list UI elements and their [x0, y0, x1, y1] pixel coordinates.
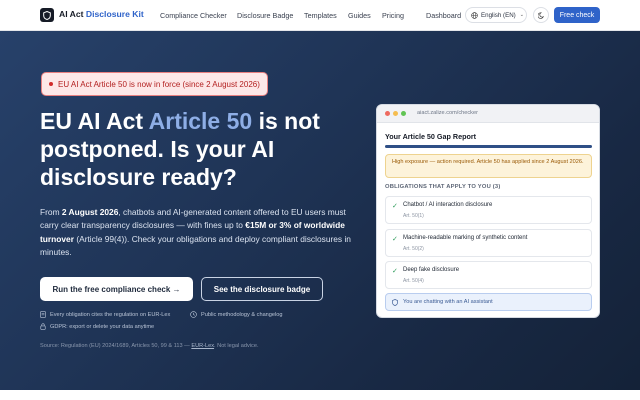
chat-notice-text: You are chatting with an AI assistant [403, 299, 493, 305]
obligation-article: Art. 50(1) [403, 213, 424, 219]
meta-methodology-text: Public methodology & changelog [201, 311, 283, 318]
globe-icon [471, 11, 478, 19]
nav-link-dashboard[interactable]: Dashboard [426, 11, 461, 20]
language-selector[interactable]: English (EN) ⌄ [465, 7, 527, 23]
source-note: Source: Regulation (EU) 2024/1689, Artic… [40, 343, 259, 349]
status-alert: EU AI Act Article 50 is now in force (si… [41, 72, 268, 96]
alert-text: EU AI Act Article 50 is now in force (si… [58, 79, 260, 89]
close-dot-icon [385, 111, 390, 116]
obligation-name: Deep fake disclosure [403, 267, 460, 273]
gap-report-preview: aiact.zalize.com/checker Your Article 50… [376, 104, 600, 318]
headline-highlight: Article 50 [148, 108, 253, 134]
obligation-article: Art. 50(2) [403, 246, 424, 252]
browser-chrome: aiact.zalize.com/checker [377, 105, 599, 123]
moon-icon [537, 11, 544, 19]
browser-url: aiact.zalize.com/checker [417, 110, 478, 116]
check-icon: ✓ [392, 236, 398, 243]
lock-icon [40, 323, 46, 330]
theme-toggle[interactable] [533, 7, 549, 23]
nav-link-guides[interactable]: Guides [348, 11, 371, 20]
top-nav: AI Act Disclosure Kit Compliance Checker… [0, 0, 640, 31]
clock-icon [190, 311, 197, 318]
minimize-dot-icon [393, 111, 398, 116]
maximize-dot-icon [401, 111, 406, 116]
meta-eurlex[interactable]: Every obligation cites the regulation on… [40, 311, 170, 318]
lead-date: 2 August 2026 [61, 207, 119, 217]
obligation-name: Chatbot / AI interaction disclosure [403, 202, 493, 208]
obligation-article: Art. 50(4) [403, 278, 424, 284]
nav-link-compliance-checker[interactable]: Compliance Checker [160, 11, 227, 20]
ai-chat-notice: You are chatting with an AI assistant [385, 293, 592, 311]
obligation-name: Machine-readable marking of synthetic co… [403, 235, 528, 241]
lead-part-1: From [40, 207, 60, 217]
headline-pre: EU AI Act [40, 108, 144, 134]
report-progress-bar [385, 145, 592, 148]
lead-paragraph: From 2 August 2026, chatbots and AI-gene… [40, 206, 355, 259]
run-compliance-check-button[interactable]: Run the free compliance check → [40, 277, 193, 301]
nav-link-templates[interactable]: Templates [304, 11, 337, 20]
check-icon: ✓ [392, 268, 398, 275]
nav-link-disclosure-badge[interactable]: Disclosure Badge [237, 11, 293, 20]
free-check-button[interactable]: Free check [554, 7, 600, 23]
shield-logo-icon[interactable] [40, 8, 54, 22]
exposure-warning: High exposure — action required. Article… [385, 154, 592, 178]
nav-link-pricing[interactable]: Pricing [382, 11, 404, 20]
obligations-heading: OBLIGATIONS THAT APPLY TO YOU (3) [385, 184, 501, 190]
meta-gdpr-text: GDPR: export or delete your data anytime [50, 323, 155, 330]
obligation-item: ✓ Chatbot / AI interaction disclosure Ar… [385, 196, 592, 224]
obligation-item: ✓ Deep fake disclosure Art. 50(4) [385, 261, 592, 289]
eurlex-link[interactable]: EUR-Lex [191, 343, 214, 349]
page-title: EU AI Act Article 50 is not postponed. I… [40, 107, 370, 191]
brand-prefix: AI Act [59, 9, 84, 19]
chevron-down-icon: ⌄ [519, 12, 524, 18]
brand-accent: Disclosure Kit [85, 9, 144, 19]
shield-icon [392, 298, 398, 306]
language-label: English (EN) [481, 11, 516, 19]
alert-dot-icon [49, 82, 53, 86]
lead-part-3: (Article 99(4)). Check your obligations … [40, 233, 351, 257]
check-icon: ✓ [392, 203, 398, 210]
obligation-item: ✓ Machine-readable marking of synthetic … [385, 229, 592, 257]
meta-eurlex-text: Every obligation cites the regulation on… [50, 311, 171, 318]
source-text: Source: Regulation (EU) 2024/1689, Artic… [40, 343, 190, 349]
report-title: Your Article 50 Gap Report [385, 132, 477, 141]
disclosure-badge-button[interactable]: See the disclosure badge [201, 277, 323, 301]
brand-name[interactable]: AI Act Disclosure Kit [59, 9, 144, 19]
meta-methodology[interactable]: Public methodology & changelog [190, 311, 282, 318]
source-suffix: . Not legal advice. [214, 343, 259, 349]
document-icon [40, 311, 46, 318]
footer-band [0, 390, 640, 400]
meta-gdpr[interactable]: GDPR: export or delete your data anytime [40, 323, 154, 330]
hero-section: EU AI Act Article 50 is now in force (si… [0, 31, 640, 390]
